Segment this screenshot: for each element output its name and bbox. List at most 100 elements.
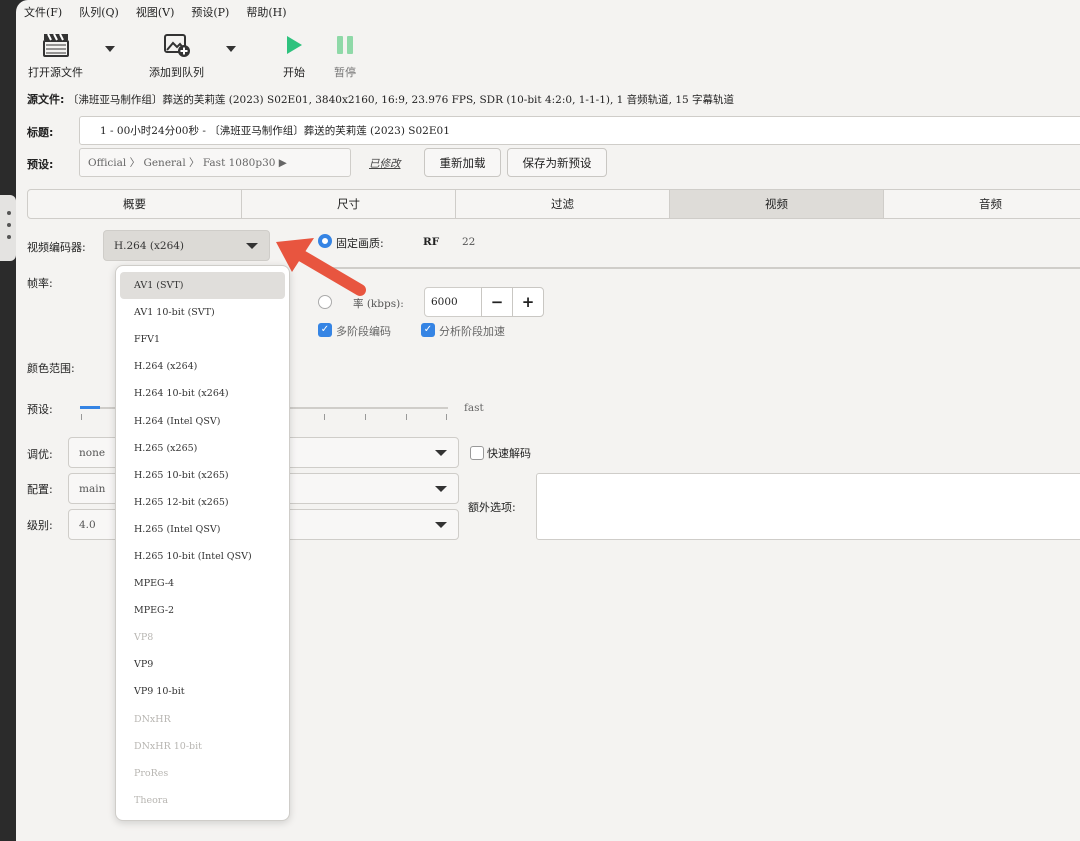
turbo-label: 分析阶段加速 [439,325,505,338]
encoder-option[interactable]: H.265 (x265) [120,435,285,462]
tab-filters[interactable]: 过滤 [456,190,670,218]
chevron-down-icon [246,242,258,249]
bitrate-decrease-button[interactable]: − [481,287,513,317]
rf-value: 22 [462,236,476,248]
menu-file[interactable]: 文件(F) [24,4,62,20]
multipass-checkbox[interactable]: ✓ [318,323,332,337]
encoder-option[interactable]: MPEG-2 [120,597,285,624]
profile-label: 配置: [27,483,53,496]
menu-view[interactable]: 视图(V) [136,4,175,20]
pause-icon [337,36,353,54]
encoder-label: 视频编码器: [27,241,86,254]
add-image-icon [163,34,190,57]
source-label: 源文件: [27,93,65,106]
side-grip-handle[interactable] [0,195,16,261]
fast-decode-checkbox[interactable] [470,446,484,460]
multipass-label: 多阶段编码 [336,325,391,338]
tab-summary[interactable]: 概要 [28,190,242,218]
app-window: 文件(F) 队列(Q) 视图(V) 预设(P) 帮助(H) 打开源文件 添加到队… [16,0,1080,841]
encoder-option: VP8 [134,632,154,644]
slider-tick [324,414,325,420]
title-value: 1 - 00小时24分00秒 - 〔沸班亚马制作组〕葬送的芙莉莲 (2023) … [100,125,450,137]
encoder-option[interactable]: H.265 10-bit (x265) [120,462,285,489]
encoder-option: DNxHR 10-bit [134,740,202,752]
menu-bar: 文件(F) 队列(Q) 视图(V) 预设(P) 帮助(H) [16,0,1080,24]
encoder-option[interactable]: H.265 10-bit (Intel QSV) [120,543,285,570]
preset-speed-label: fast [464,402,484,414]
extra-options-field[interactable] [536,473,1080,540]
tab-video[interactable]: 视频 [670,190,884,218]
preset-slider-fill [80,406,100,409]
bitrate-input[interactable]: 6000 [424,287,482,317]
open-source-button[interactable]: 打开源文件 [28,32,83,80]
rf-label: RF [423,236,440,248]
start-button[interactable]: 开始 [282,32,306,80]
framerate-label: 帧率: [27,277,53,290]
encoder-preset-label: 预设: [27,403,53,416]
encoder-option[interactable]: FFV1 [120,326,285,353]
tune-value: none [79,446,106,459]
extra-options-label: 额外选项: [468,501,516,514]
open-source-dropdown-icon[interactable] [105,46,115,52]
slider-tick [81,414,82,420]
encoder-option[interactable]: H.265 (Intel QSV) [120,516,285,543]
profile-value: main [79,482,106,495]
encoder-option[interactable]: VP9 [120,651,285,678]
title-select[interactable]: 1 - 00小时24分00秒 - 〔沸班亚马制作组〕葬送的芙莉莲 (2023) … [79,116,1080,145]
save-new-preset-button[interactable]: 保存为新预设 [507,148,607,177]
menu-preset[interactable]: 预设(P) [191,4,229,20]
encoder-option[interactable]: H.264 (x264) [120,353,285,380]
title-label: 标题: [27,126,54,139]
encoder-option[interactable]: MPEG-4 [120,570,285,597]
encoder-combo[interactable]: H.264 (x264) [103,230,270,261]
level-value: 4.0 [79,518,96,531]
clapperboard-icon [42,33,69,57]
encoder-option: DNxHR [134,713,171,725]
encoder-value: H.264 (x264) [114,239,185,252]
turbo-checkbox[interactable]: ✓ [421,323,435,337]
bitrate-value: 6000 [431,296,458,308]
tab-dimensions[interactable]: 尺寸 [242,190,456,218]
slider-tick [365,414,366,420]
add-to-queue-dropdown-icon[interactable] [226,46,236,52]
source-row: 源文件: 〔沸班亚马制作组〕葬送的芙莉莲 (2023) S02E01, 3840… [27,91,734,107]
start-label: 开始 [283,66,305,79]
encoder-option: Theora [134,794,169,806]
bitrate-increase-button[interactable]: + [512,287,544,317]
tab-audio[interactable]: 音频 [884,190,1080,218]
menu-queue[interactable]: 队列(Q) [79,4,119,20]
preset-path: Official 〉 General 〉 Fast 1080p30 ▶ [88,157,287,169]
open-source-label: 打开源文件 [28,66,83,79]
pause-label: 暂停 [334,66,356,79]
encoder-option[interactable]: H.264 (Intel QSV) [120,407,285,434]
encoder-option[interactable]: VP9 10-bit [120,678,285,705]
pause-button[interactable]: 暂停 [333,32,357,80]
tune-label: 调优: [27,448,53,461]
tab-bar: 概要 尺寸 过滤 视频 音频 [27,189,1080,219]
encoder-dropdown-list: AV1 (SVT) AV1 10-bit (SVT) FFV1 H.264 (x264… [115,265,290,821]
quality-slider[interactable] [326,267,1080,269]
chevron-down-icon [435,485,447,492]
preset-modified-link[interactable]: 已修改 [369,156,401,171]
encoder-option[interactable]: H.264 10-bit (x264) [120,380,285,407]
reload-button[interactable]: 重新加载 [424,148,501,177]
preset-label-wrap: 预设: [27,156,53,172]
preset-selector[interactable]: Official 〉 General 〉 Fast 1080p30 ▶ [79,148,351,177]
add-to-queue-label: 添加到队列 [149,66,204,79]
fast-decode-label: 快速解码 [487,447,531,460]
add-to-queue-button[interactable]: 添加到队列 [149,32,204,80]
chevron-down-icon [435,449,447,456]
encoder-option: ProRes [134,767,169,779]
menu-help[interactable]: 帮助(H) [246,4,286,20]
chevron-down-icon [435,521,447,528]
color-range-label: 颜色范围: [27,362,75,375]
preset-label: 预设: [27,158,54,171]
encoder-option[interactable]: AV1 (SVT) [120,272,285,300]
slider-tick [446,414,447,420]
title-label-wrap: 标题: [27,124,53,140]
play-icon [287,36,302,54]
level-label: 级别: [27,519,53,532]
slider-tick [406,414,407,420]
encoder-option[interactable]: AV1 10-bit (SVT) [120,299,285,326]
encoder-option[interactable]: H.265 12-bit (x265) [120,489,285,516]
